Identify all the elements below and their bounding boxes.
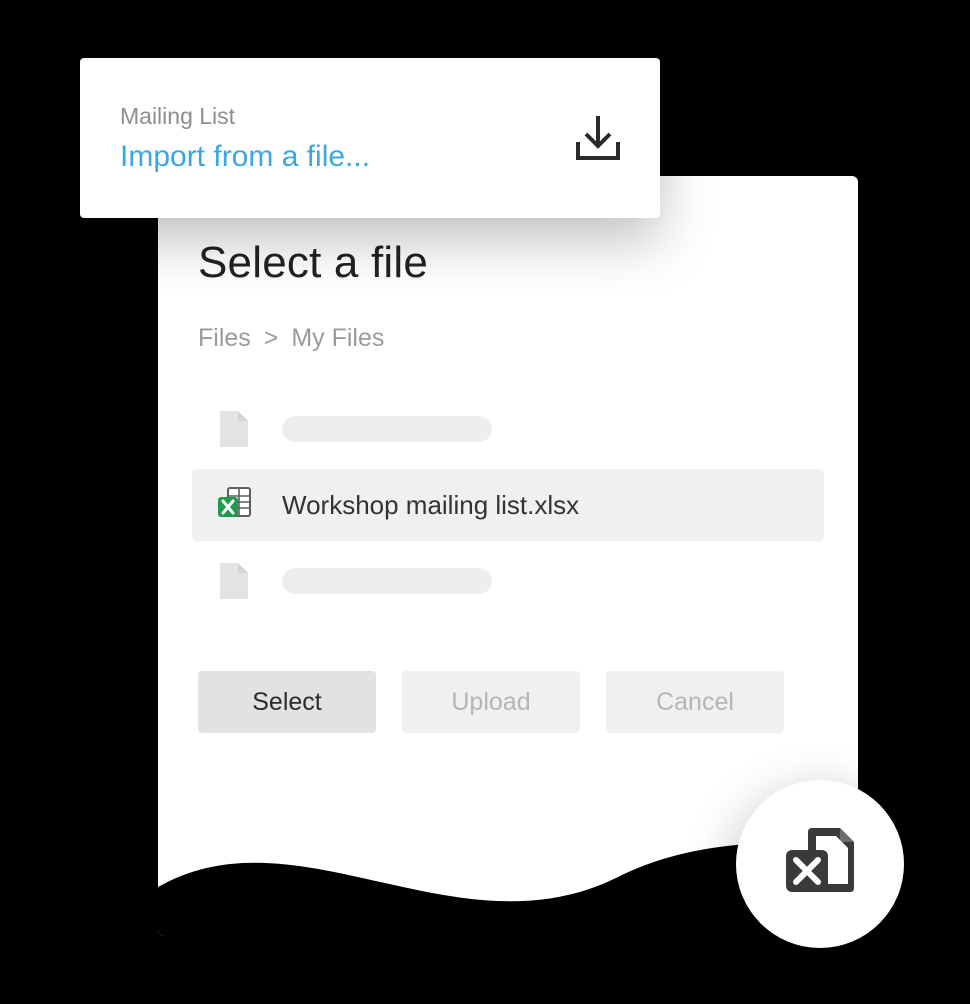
select-button[interactable]: Select (198, 671, 376, 733)
breadcrumb-separator: > (258, 324, 285, 352)
generic-file-icon (212, 411, 256, 447)
excel-file-icon (776, 820, 864, 908)
picker-title: Select a file (198, 238, 818, 288)
excel-file-icon (212, 486, 256, 524)
generic-file-icon (212, 563, 256, 599)
breadcrumb-root[interactable]: Files (198, 324, 251, 352)
file-row[interactable] (192, 545, 824, 617)
excel-badge (736, 780, 904, 948)
import-card: Mailing List Import from a file... (80, 58, 660, 218)
cancel-button[interactable]: Cancel (606, 671, 784, 733)
import-card-label: Mailing List (120, 103, 370, 130)
breadcrumb-current[interactable]: My Files (291, 324, 384, 352)
file-name: Workshop mailing list.xlsx (282, 490, 579, 521)
button-row: Select Upload Cancel (198, 671, 818, 733)
upload-button[interactable]: Upload (402, 671, 580, 733)
download-icon (572, 112, 624, 164)
breadcrumb[interactable]: Files > My Files (198, 324, 818, 353)
file-row[interactable] (192, 393, 824, 465)
file-row[interactable]: Workshop mailing list.xlsx (192, 469, 824, 541)
file-list: Workshop mailing list.xlsx (192, 393, 824, 617)
import-from-file-link[interactable]: Import from a file... (120, 140, 370, 174)
file-name-placeholder (282, 568, 492, 594)
file-name-placeholder (282, 416, 492, 442)
